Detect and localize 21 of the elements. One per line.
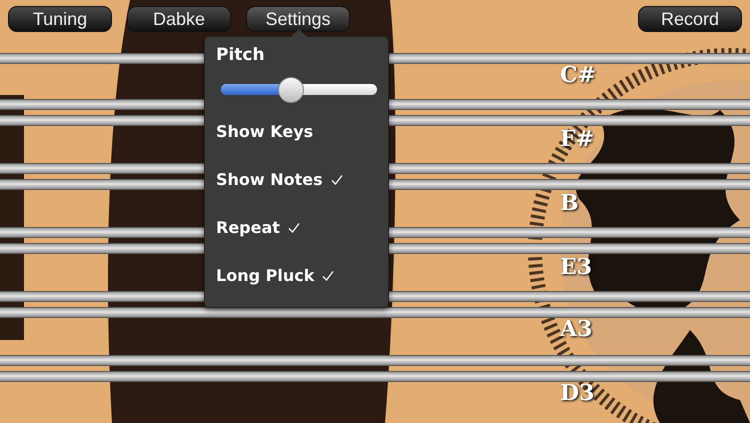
checkmark-icon [330, 174, 343, 186]
note-label: D3 [560, 382, 594, 404]
settings-option[interactable]: Repeat [216, 219, 377, 237]
settings-option[interactable]: Show Keys [216, 123, 377, 141]
note-label: A3 [560, 318, 592, 340]
checkmark-icon [288, 222, 300, 234]
pitch-title: Pitch [216, 47, 266, 64]
record-button[interactable]: Record [638, 6, 742, 32]
slider-thumb[interactable] [278, 77, 304, 103]
checkmark-icon [322, 270, 334, 282]
toolbar-button[interactable]: Dabke [127, 6, 231, 32]
string[interactable] [0, 307, 750, 318]
note-label: B [560, 192, 579, 214]
pitch-slider[interactable] [221, 77, 377, 103]
toolbar-button[interactable]: Settings [246, 6, 350, 32]
settings-option[interactable]: Show Notes [216, 171, 377, 189]
note-label: C# [560, 64, 596, 86]
string[interactable] [0, 371, 750, 382]
settings-option[interactable]: Long Pluck [216, 267, 377, 285]
toolbar-button[interactable]: Tuning [8, 6, 112, 32]
string[interactable] [0, 355, 750, 366]
